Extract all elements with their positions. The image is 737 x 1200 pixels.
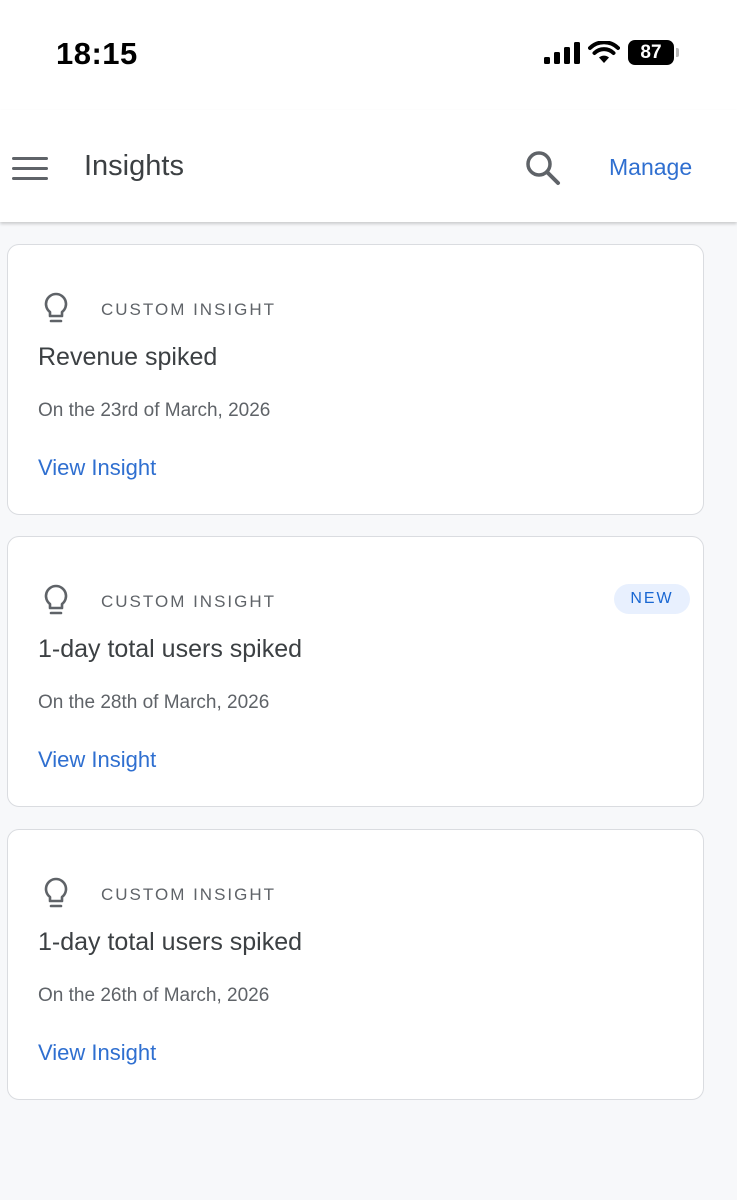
menu-icon bbox=[12, 157, 48, 180]
view-insight-link[interactable]: View Insight bbox=[38, 1040, 156, 1066]
card-title: 1-day total users spiked bbox=[38, 635, 303, 663]
card-date: On the 26th of March, 2026 bbox=[38, 985, 270, 1006]
insight-card: CUSTOM INSIGHT NEW 1-day total users spi… bbox=[7, 536, 704, 807]
status-bar: 18:15 87 bbox=[0, 0, 737, 110]
battery-tip bbox=[676, 48, 679, 57]
lightbulb-icon bbox=[44, 292, 68, 323]
view-insight-link[interactable]: View Insight bbox=[38, 747, 156, 773]
card-date: On the 28th of March, 2026 bbox=[38, 692, 270, 713]
view-insight-link[interactable]: View Insight bbox=[38, 455, 156, 481]
search-icon bbox=[526, 151, 560, 185]
insight-card: CUSTOM INSIGHT Revenue spiked On the 23r… bbox=[7, 244, 704, 515]
card-category: CUSTOM INSIGHT bbox=[101, 300, 277, 319]
battery-level: 87 bbox=[628, 40, 674, 65]
new-badge: NEW bbox=[614, 584, 690, 614]
card-category: CUSTOM INSIGHT bbox=[101, 885, 277, 904]
wifi-icon bbox=[588, 40, 620, 63]
status-icons: 87 bbox=[544, 40, 679, 65]
card-date: On the 23rd of March, 2026 bbox=[38, 400, 271, 421]
battery-icon: 87 bbox=[628, 40, 679, 65]
cellular-signal-icon bbox=[544, 41, 580, 64]
card-title: 1-day total users spiked bbox=[38, 928, 303, 956]
status-time: 18:15 bbox=[56, 36, 138, 71]
page-title: Insights bbox=[84, 150, 184, 182]
card-title: Revenue spiked bbox=[38, 343, 218, 371]
lightbulb-icon bbox=[44, 877, 68, 908]
app-bar: Insights Manage bbox=[0, 110, 737, 222]
menu-button[interactable] bbox=[8, 148, 52, 188]
search-button[interactable] bbox=[520, 146, 566, 192]
manage-button[interactable]: Manage bbox=[609, 154, 692, 181]
lightbulb-icon bbox=[44, 584, 68, 615]
insight-card: CUSTOM INSIGHT 1-day total users spiked … bbox=[7, 829, 704, 1100]
card-category: CUSTOM INSIGHT bbox=[101, 592, 277, 611]
